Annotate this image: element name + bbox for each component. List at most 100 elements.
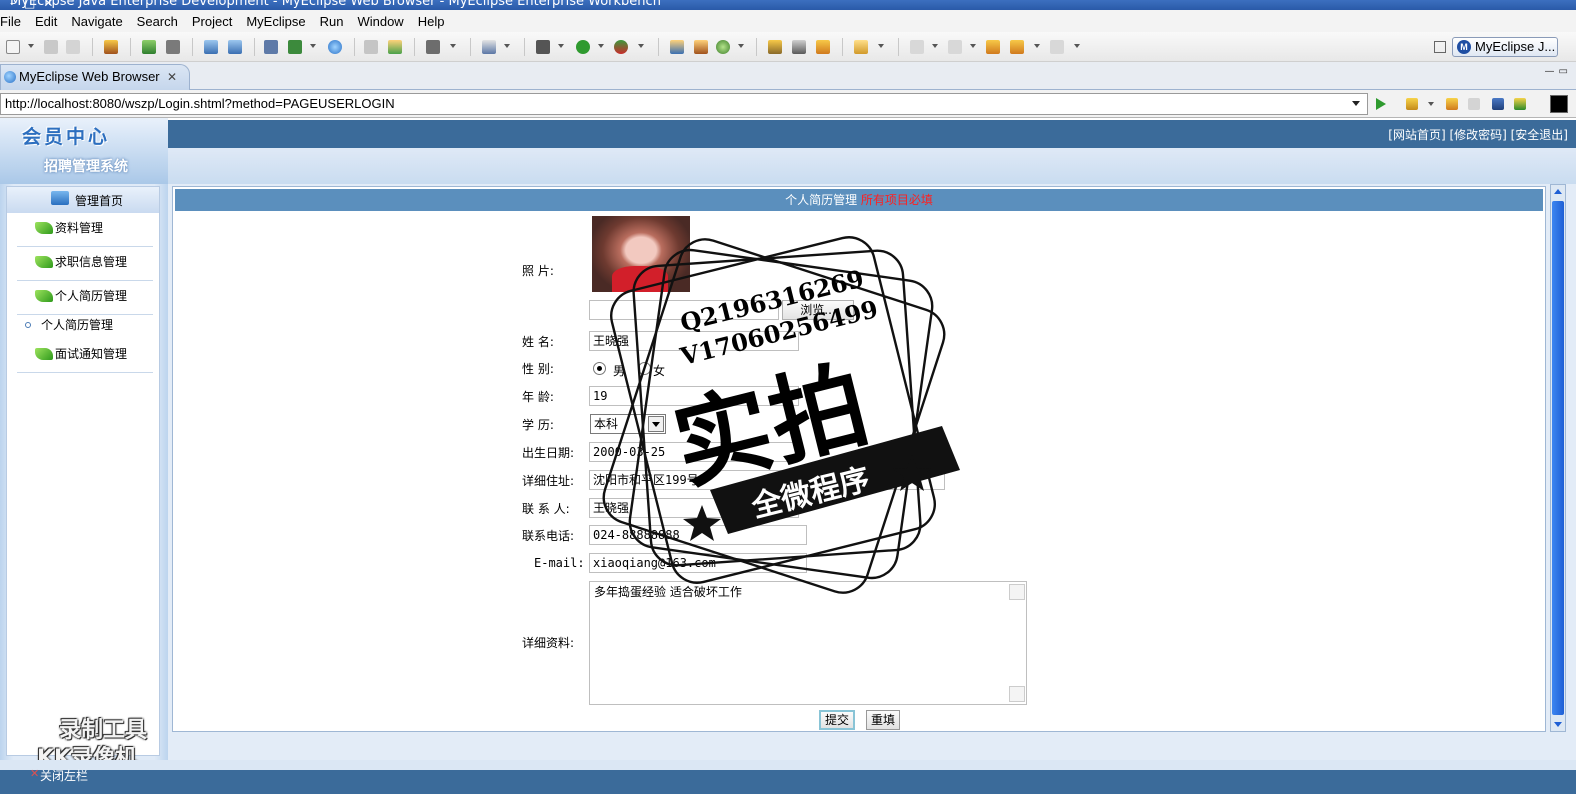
last-edit-icon[interactable] bbox=[986, 40, 1000, 54]
phone-input[interactable]: 024-88888888 bbox=[589, 525, 807, 545]
sidebar-item-resume[interactable]: 个人简历管理 bbox=[17, 281, 153, 315]
perspective-myeclipse-button[interactable]: M MyEclipse J... bbox=[1452, 37, 1558, 57]
run-app-icon[interactable] bbox=[288, 40, 302, 54]
open-perspective-icon[interactable] bbox=[1434, 41, 1446, 53]
menu-search[interactable]: Search bbox=[131, 14, 186, 29]
menu-run[interactable]: Run bbox=[314, 14, 352, 29]
report-dropdown-icon[interactable] bbox=[504, 44, 510, 48]
search-folder-icon[interactable] bbox=[854, 40, 868, 54]
submit-button[interactable]: 提交 bbox=[819, 710, 856, 730]
pin-icon[interactable] bbox=[792, 40, 806, 54]
scroll-thumb[interactable] bbox=[1552, 201, 1564, 715]
header-links[interactable]: [网站首页] [修改密码] [安全退出] bbox=[1388, 126, 1568, 143]
back-icon[interactable] bbox=[1010, 40, 1024, 54]
browser-forward-icon[interactable] bbox=[1468, 98, 1480, 110]
menu-project[interactable]: Project bbox=[186, 14, 240, 29]
sidebar-subitem-resume[interactable]: 个人简历管理 bbox=[21, 315, 113, 337]
scroll-up-icon[interactable] bbox=[1009, 584, 1025, 600]
sidebar-item-job-info[interactable]: 求职信息管理 bbox=[17, 247, 153, 281]
birthday-input[interactable]: 2000-03-25 bbox=[589, 442, 799, 462]
back-dropdown-icon[interactable] bbox=[1034, 44, 1040, 48]
open-folder-icon[interactable] bbox=[816, 40, 830, 54]
debug-icon[interactable] bbox=[536, 40, 550, 54]
search-folder-dropdown-icon[interactable] bbox=[878, 44, 884, 48]
age-input[interactable]: 19 bbox=[589, 386, 799, 406]
go-icon[interactable] bbox=[1376, 98, 1386, 110]
browser-menu-icon[interactable] bbox=[1550, 95, 1568, 113]
url-input[interactable]: http://localhost:8080/wszp/Login.shtml?m… bbox=[0, 93, 1368, 115]
sidebar-item-profile[interactable]: 资料管理 bbox=[17, 213, 153, 247]
external-tools-icon[interactable] bbox=[614, 40, 628, 54]
education-select[interactable]: 本科 bbox=[590, 414, 666, 434]
print-icon[interactable] bbox=[66, 40, 80, 54]
phone-label: 联系电话: bbox=[522, 529, 575, 543]
external-tools-dropdown-icon[interactable] bbox=[638, 44, 644, 48]
browser-refresh-icon[interactable] bbox=[1514, 98, 1526, 110]
details-textarea[interactable]: 多年捣蛋经验 适合破坏工作 bbox=[589, 581, 1027, 705]
reset-button[interactable]: 重填 bbox=[866, 710, 901, 730]
gender-male-radio[interactable] bbox=[593, 362, 606, 375]
wizard-icon[interactable] bbox=[204, 40, 218, 54]
menu-window[interactable]: Window bbox=[351, 14, 411, 29]
favorites-dropdown-icon[interactable] bbox=[1428, 102, 1434, 106]
gender-female-radio[interactable] bbox=[638, 362, 651, 375]
name-input[interactable]: 王晓强 bbox=[589, 331, 799, 351]
next-annotation-dropdown-icon[interactable] bbox=[932, 44, 938, 48]
report-icon[interactable] bbox=[482, 40, 496, 54]
photo-file-input[interactable] bbox=[589, 300, 779, 320]
new-icon[interactable] bbox=[6, 40, 20, 54]
run-dropdown-icon[interactable] bbox=[598, 44, 604, 48]
browse-button[interactable]: 浏览... bbox=[782, 300, 854, 320]
tab-web-browser[interactable]: MyEclipse Web Browser ✕ bbox=[0, 64, 190, 90]
textarea-scrollbar[interactable] bbox=[1009, 582, 1026, 704]
forward-dropdown-icon[interactable] bbox=[1074, 44, 1080, 48]
favorites-icon[interactable] bbox=[1406, 98, 1418, 110]
new-interface-dropdown-icon[interactable] bbox=[738, 44, 744, 48]
address-input[interactable]: 沈阳市和平区199号 bbox=[589, 470, 945, 490]
wizard-icon[interactable] bbox=[228, 40, 242, 54]
sidebar-item-home[interactable]: 管理首页 bbox=[7, 187, 159, 213]
new-package-icon[interactable] bbox=[694, 40, 708, 54]
new-dropdown-icon[interactable] bbox=[28, 44, 34, 48]
prev-annotation-dropdown-icon[interactable] bbox=[970, 44, 976, 48]
scroll-up-icon[interactable] bbox=[1554, 189, 1562, 194]
debug-dropdown-icon[interactable] bbox=[558, 44, 564, 48]
forward-icon[interactable] bbox=[1050, 40, 1064, 54]
browser-stop-icon[interactable] bbox=[1492, 98, 1504, 110]
chevron-down-icon[interactable] bbox=[648, 416, 664, 432]
menu-edit[interactable]: Edit bbox=[29, 14, 65, 29]
menu-help[interactable]: Help bbox=[412, 14, 453, 29]
camera-icon[interactable] bbox=[426, 40, 440, 54]
folder-icon[interactable] bbox=[364, 40, 378, 54]
open-type-icon[interactable] bbox=[388, 40, 402, 54]
close-sidebar-link[interactable]: ✕ 关闭左栏 bbox=[30, 767, 88, 784]
menu-myeclipse[interactable]: MyEclipse bbox=[240, 14, 313, 29]
email-input[interactable]: xiaoqiang@163.com bbox=[589, 553, 807, 573]
contact-input[interactable]: 王晓强 bbox=[589, 498, 799, 518]
sidebar-item-interview[interactable]: 面试通知管理 bbox=[17, 339, 153, 373]
content-scrollbar[interactable] bbox=[1550, 184, 1566, 732]
new-interface-icon[interactable] bbox=[716, 40, 730, 54]
url-history-dropdown-icon[interactable] bbox=[1352, 101, 1360, 106]
prev-annotation-icon[interactable] bbox=[948, 40, 962, 54]
package-icon[interactable] bbox=[104, 40, 118, 54]
globe-icon[interactable] bbox=[328, 40, 342, 54]
minimize-maximize-icon[interactable]: —▭ bbox=[1545, 66, 1572, 77]
menu-navigate[interactable]: Navigate bbox=[65, 14, 130, 29]
close-icon[interactable]: ✕ bbox=[167, 65, 177, 89]
deploy-icon[interactable] bbox=[142, 40, 156, 54]
window-controls[interactable]: –□✕ bbox=[10, 0, 1570, 10]
camera-dropdown-icon[interactable] bbox=[450, 44, 456, 48]
server-icon[interactable] bbox=[166, 40, 180, 54]
jsp-icon[interactable] bbox=[264, 40, 278, 54]
save-icon[interactable] bbox=[44, 40, 58, 54]
menu-file[interactable]: File bbox=[0, 14, 29, 29]
run-app-dropdown-icon[interactable] bbox=[310, 44, 316, 48]
scroll-down-icon[interactable] bbox=[1554, 722, 1562, 727]
run-icon[interactable] bbox=[576, 40, 590, 54]
browser-back-icon[interactable] bbox=[1446, 98, 1458, 110]
scroll-down-icon[interactable] bbox=[1009, 686, 1025, 702]
new-class-icon[interactable] bbox=[670, 40, 684, 54]
open-task-icon[interactable] bbox=[768, 40, 782, 54]
next-annotation-icon[interactable] bbox=[910, 40, 924, 54]
